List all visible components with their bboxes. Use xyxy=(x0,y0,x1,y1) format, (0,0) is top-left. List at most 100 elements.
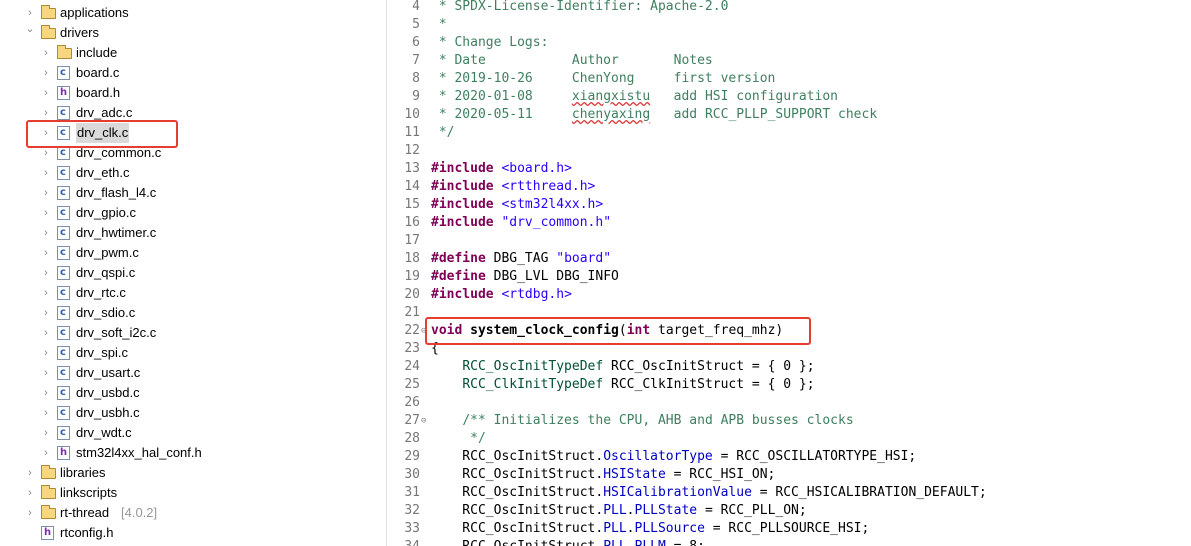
code-line[interactable]: 30 RCC_OscInitStruct.HSIState = RCC_HSI_… xyxy=(387,466,1191,484)
code-line[interactable]: 27 ⊖ /** Initializes the CPU, AHB and APB… xyxy=(387,412,1191,430)
code-line[interactable]: 4 * SPDX-License-Identifier: Apache-2.0 xyxy=(387,0,1191,16)
tree-file-drv_qspi.c[interactable]: › c drv_qspi.c xyxy=(0,263,384,283)
code-line[interactable]: 24 RCC_OscInitTypeDef RCC_OscInitStruct … xyxy=(387,358,1191,376)
tree-file-stm32l4xx_hal_conf.h[interactable]: › h stm32l4xx_hal_conf.h xyxy=(0,443,384,463)
chevron-right-icon[interactable]: › xyxy=(40,343,52,363)
code-line[interactable]: 13 #include <board.h> xyxy=(387,160,1191,178)
code-token: #include xyxy=(431,197,494,212)
tree-file-drv_hwtimer.c[interactable]: › c drv_hwtimer.c xyxy=(0,223,384,243)
tree-file-board.h[interactable]: › h board.h xyxy=(0,83,384,103)
tree-file-drv_adc.c[interactable]: › c drv_adc.c xyxy=(0,103,384,123)
code-line[interactable]: 19 #define DBG_LVL DBG_INFO xyxy=(387,268,1191,286)
tree-file-drv_wdt.c[interactable]: › c drv_wdt.c xyxy=(0,423,384,443)
chevron-right-icon[interactable]: › xyxy=(40,283,52,303)
chevron-right-icon[interactable]: › xyxy=(40,183,52,203)
code-line[interactable]: 29 RCC_OscInitStruct.OscillatorType = RC… xyxy=(387,448,1191,466)
chevron-right-icon[interactable]: › xyxy=(40,143,52,163)
tree-file-drv_sdio.c[interactable]: › c drv_sdio.c xyxy=(0,303,384,323)
tree-folder-include[interactable]: › include xyxy=(0,43,384,63)
code-token: * 2019-10-26 ChenYong first version xyxy=(431,71,776,86)
tree-file-drv_eth.c[interactable]: › c drv_eth.c xyxy=(0,163,384,183)
fold-toggle-icon[interactable]: ⊖ xyxy=(421,322,426,340)
c-file-icon: c xyxy=(57,226,70,240)
tree-file-board.c[interactable]: › c board.c xyxy=(0,63,384,83)
tree-folder-linkscripts[interactable]: › linkscripts xyxy=(0,483,384,503)
code-line[interactable]: 10 * 2020-05-11 chenyaxing add RCC_PLLP_… xyxy=(387,106,1191,124)
chevron-down-icon[interactable]: ⌄ xyxy=(24,23,36,43)
chevron-right-icon[interactable]: › xyxy=(40,163,52,183)
code-line[interactable]: 31 RCC_OscInitStruct.HSICalibrationValue… xyxy=(387,484,1191,502)
code-line[interactable]: 25 RCC_ClkInitTypeDef RCC_ClkInitStruct … xyxy=(387,376,1191,394)
tree-item-label: drv_flash_l4.c xyxy=(76,185,157,200)
c-file-icon: c xyxy=(57,126,70,140)
chevron-right-icon[interactable]: › xyxy=(24,3,36,23)
code-line[interactable]: 11 */ xyxy=(387,124,1191,142)
chevron-right-icon[interactable]: › xyxy=(40,123,52,143)
tree-file-drv_pwm.c[interactable]: › c drv_pwm.c xyxy=(0,243,384,263)
chevron-right-icon[interactable]: › xyxy=(40,63,52,83)
tree-folder-applications[interactable]: › applications xyxy=(0,3,384,23)
code-line[interactable]: 6 * Change Logs: xyxy=(387,34,1191,52)
tree-file-drv_spi.c[interactable]: › c drv_spi.c xyxy=(0,343,384,363)
chevron-right-icon[interactable]: › xyxy=(40,223,52,243)
tree-file-drv_usbh.c[interactable]: › c drv_usbh.c xyxy=(0,403,384,423)
chevron-right-icon[interactable]: › xyxy=(40,363,52,383)
code-line[interactable]: 32 RCC_OscInitStruct.PLL.PLLState = RCC_… xyxy=(387,502,1191,520)
tree-file-drv_common.c[interactable]: › c drv_common.c xyxy=(0,143,384,163)
code-line[interactable]: 12 xyxy=(387,142,1191,160)
tree-folder-rt-thread[interactable]: › rt-thread [4.0.2] xyxy=(0,503,384,523)
tree-file-rtconfig.h[interactable]: h rtconfig.h xyxy=(0,523,384,543)
code-line[interactable]: 9 * 2020-01-08 xiangxistu add HSI config… xyxy=(387,88,1191,106)
tree-folder-drivers[interactable]: ⌄ drivers xyxy=(0,23,384,43)
code-token: DBG_LVL DBG_INFO xyxy=(485,269,619,284)
code-line[interactable]: 16 #include "drv_common.h" xyxy=(387,214,1191,232)
tree-file-drv_usart.c[interactable]: › c drv_usart.c xyxy=(0,363,384,383)
chevron-right-icon[interactable]: › xyxy=(40,383,52,403)
code-line[interactable]: 23 { xyxy=(387,340,1191,358)
code-line[interactable]: 18 #define DBG_TAG "board" xyxy=(387,250,1191,268)
tree-file-drv_gpio.c[interactable]: › c drv_gpio.c xyxy=(0,203,384,223)
code-line[interactable]: 5 * xyxy=(387,16,1191,34)
chevron-right-icon[interactable]: › xyxy=(24,483,36,503)
chevron-right-icon[interactable]: › xyxy=(24,503,36,523)
code-text: * SPDX-License-Identifier: Apache-2.0 xyxy=(431,0,729,16)
code-line[interactable]: 22 ⊖ void system_clock_config(int target_f… xyxy=(387,322,1191,340)
tree-file-drv_soft_i2c.c[interactable]: › c drv_soft_i2c.c xyxy=(0,323,384,343)
code-token: . xyxy=(627,539,635,546)
chevron-right-icon[interactable]: › xyxy=(40,263,52,283)
tree-file-drv_flash_l4.c[interactable]: › c drv_flash_l4.c xyxy=(0,183,384,203)
chevron-right-icon[interactable]: › xyxy=(40,323,52,343)
code-line[interactable]: 14 #include <rtthread.h> xyxy=(387,178,1191,196)
code-line[interactable]: 34 RCC_OscInitStruct.PLL.PLLM = 8; xyxy=(387,538,1191,546)
chevron-right-icon[interactable]: › xyxy=(40,423,52,443)
code-editor[interactable]: 4 * SPDX-License-Identifier: Apache-2.0 5… xyxy=(387,0,1191,546)
code-line[interactable]: 20 #include <rtdbg.h> xyxy=(387,286,1191,304)
tree-file-drv_rtc.c[interactable]: › c drv_rtc.c xyxy=(0,283,384,303)
code-text: #include <rtthread.h> xyxy=(431,178,595,196)
chevron-right-icon[interactable]: › xyxy=(40,243,52,263)
code-line[interactable]: 8 * 2019-10-26 ChenYong first version xyxy=(387,70,1191,88)
code-token: PLLState xyxy=(634,503,698,518)
tree-file-drv_usbd.c[interactable]: › c drv_usbd.c xyxy=(0,383,384,403)
chevron-right-icon[interactable]: › xyxy=(40,443,52,463)
chevron-right-icon[interactable]: › xyxy=(40,403,52,423)
c-file-icon: c xyxy=(57,246,70,260)
chevron-right-icon[interactable]: › xyxy=(40,43,52,63)
code-line[interactable]: 26 xyxy=(387,394,1191,412)
chevron-right-icon[interactable]: › xyxy=(24,463,36,483)
chevron-right-icon[interactable]: › xyxy=(40,303,52,323)
code-line[interactable]: 7 * Date Author Notes xyxy=(387,52,1191,70)
tree-folder-libraries[interactable]: › libraries xyxy=(0,463,384,483)
code-line[interactable]: 17 xyxy=(387,232,1191,250)
chevron-right-icon[interactable]: › xyxy=(40,103,52,123)
chevron-right-icon[interactable]: › xyxy=(40,83,52,103)
code-line[interactable]: 15 #include <stm32l4xx.h> xyxy=(387,196,1191,214)
tree-file-drv_clk.c[interactable]: › c drv_clk.c xyxy=(0,123,384,143)
code-line[interactable]: 21 xyxy=(387,304,1191,322)
fold-toggle-icon[interactable]: ⊖ xyxy=(421,412,426,430)
chevron-right-icon[interactable]: › xyxy=(40,203,52,223)
code-line[interactable]: 33 RCC_OscInitStruct.PLL.PLLSource = RCC… xyxy=(387,520,1191,538)
code-line[interactable]: 28 */ xyxy=(387,430,1191,448)
code-text: * 2019-10-26 ChenYong first version xyxy=(431,70,776,88)
